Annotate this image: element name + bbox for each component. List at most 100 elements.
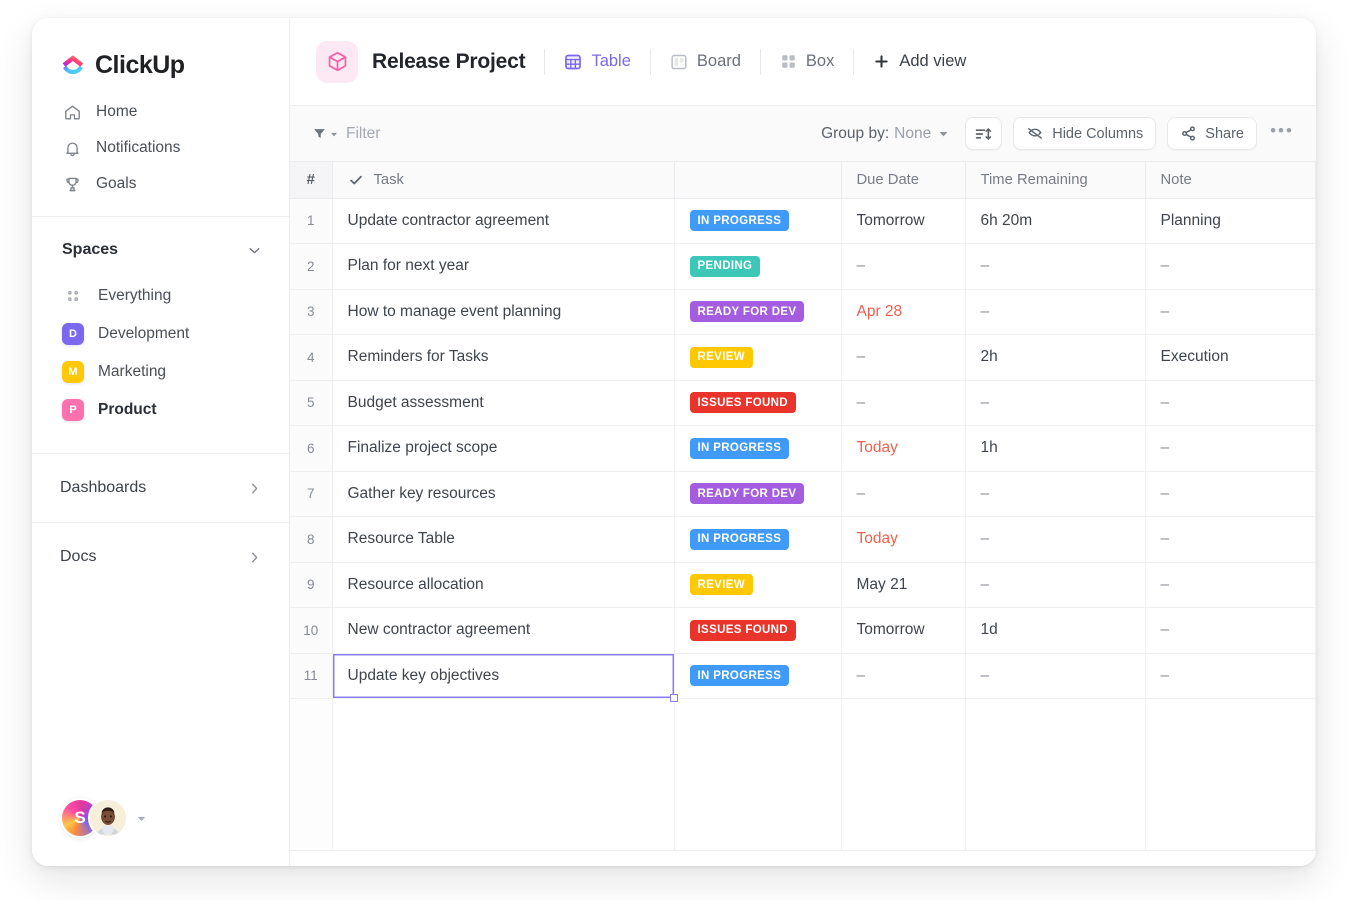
table-empty-area[interactable] <box>290 698 1316 851</box>
share-button[interactable]: Share <box>1167 117 1257 150</box>
cell-status[interactable]: IN PROGRESS <box>674 198 842 244</box>
add-view-button[interactable]: Add view <box>873 52 966 71</box>
cell-time-remaining[interactable]: 1h <box>965 425 1146 472</box>
cell-task[interactable]: Budget assessment <box>332 380 675 426</box>
cell-due-date[interactable]: May 21 <box>841 562 966 608</box>
sort-button[interactable] <box>965 117 1003 150</box>
empty-row-index[interactable] <box>290 698 333 851</box>
cell-note[interactable]: – <box>1145 562 1316 608</box>
cell-note[interactable]: Execution <box>1145 334 1316 381</box>
user-photo-avatar[interactable] <box>88 798 128 838</box>
cell-status[interactable]: IN PROGRESS <box>674 653 842 699</box>
cell-time-remaining[interactable]: – <box>965 243 1146 290</box>
cell-task[interactable]: Update key objectives <box>332 653 677 701</box>
sidebar-item-everything[interactable]: Everything <box>32 277 289 315</box>
cell-status[interactable]: ISSUES FOUND <box>674 380 842 426</box>
sidebar-item-product[interactable]: P Product <box>32 391 289 429</box>
cell-due-date[interactable]: – <box>841 380 966 426</box>
cell-time-remaining[interactable]: – <box>965 562 1146 608</box>
table-row[interactable]: 1 Update contractor agreement IN PROGRESS T… <box>290 198 1316 244</box>
cell-note[interactable]: – <box>1145 425 1316 472</box>
table-row[interactable]: 4 Reminders for Tasks REVIEW – 2h Execution <box>290 334 1316 381</box>
sidebar-item-development[interactable]: D Development <box>32 315 289 353</box>
column-header-task[interactable]: Task <box>332 162 675 199</box>
table-container[interactable]: # Task Due Date Time Remaining Note 1 Up… <box>290 162 1316 866</box>
cell-task[interactable]: Resource Table <box>332 516 675 563</box>
cell-status[interactable]: IN PROGRESS <box>674 425 842 472</box>
spaces-section-header[interactable]: Spaces <box>32 229 289 271</box>
cell-status[interactable]: READY FOR DEV <box>674 471 842 517</box>
tab-table[interactable]: Table <box>564 52 631 71</box>
chevron-right-icon[interactable] <box>246 480 263 497</box>
cell-note[interactable]: – <box>1145 380 1316 426</box>
tab-board[interactable]: Board <box>670 52 741 71</box>
cell-due-date[interactable]: – <box>841 334 966 381</box>
cell-task[interactable]: Plan for next year <box>332 243 675 290</box>
cell-due-date[interactable]: – <box>841 243 966 290</box>
more-options-button[interactable]: ••• <box>1268 120 1296 148</box>
cell-status[interactable]: READY FOR DEV <box>674 289 842 335</box>
empty-cell-due-date[interactable] <box>841 698 966 851</box>
cell-time-remaining[interactable]: – <box>965 653 1146 699</box>
table-row[interactable]: 2 Plan for next year PENDING – – – <box>290 243 1316 290</box>
cell-time-remaining[interactable]: – <box>965 516 1146 563</box>
cell-task[interactable]: How to manage event planning <box>332 289 675 335</box>
cell-status[interactable]: REVIEW <box>674 334 842 381</box>
column-header-note[interactable]: Note <box>1145 162 1316 199</box>
cell-due-date[interactable]: Tomorrow <box>841 607 966 654</box>
sidebar-item-marketing[interactable]: M Marketing <box>32 353 289 391</box>
column-header-index[interactable]: # <box>290 162 333 199</box>
cell-status[interactable]: ISSUES FOUND <box>674 607 842 654</box>
empty-cell-time-remaining[interactable] <box>965 698 1146 851</box>
empty-cell-status[interactable] <box>674 698 842 851</box>
cell-time-remaining[interactable]: – <box>965 289 1146 335</box>
cell-note[interactable]: – <box>1145 243 1316 290</box>
cell-status[interactable]: IN PROGRESS <box>674 516 842 563</box>
hide-columns-button[interactable]: Hide Columns <box>1013 117 1157 150</box>
empty-cell-task[interactable] <box>332 698 675 851</box>
cell-due-date[interactable]: – <box>841 653 966 699</box>
cell-note[interactable]: – <box>1145 607 1316 654</box>
chevron-down-icon[interactable] <box>246 242 263 259</box>
cell-task[interactable]: Reminders for Tasks <box>332 334 675 381</box>
cell-due-date[interactable]: – <box>841 471 966 517</box>
chevron-right-icon[interactable] <box>246 549 263 566</box>
table-row[interactable]: 3 How to manage event planning READY FOR D… <box>290 289 1316 335</box>
cell-note[interactable]: – <box>1145 289 1316 335</box>
column-header-time-remaining[interactable]: Time Remaining <box>965 162 1146 199</box>
cell-status[interactable]: REVIEW <box>674 562 842 608</box>
cell-time-remaining[interactable]: – <box>965 380 1146 426</box>
table-row[interactable]: 7 Gather key resources READY FOR DEV – – – <box>290 471 1316 517</box>
cell-note[interactable]: Planning <box>1145 198 1316 244</box>
caret-down-icon[interactable] <box>938 128 949 139</box>
cell-time-remaining[interactable]: 6h 20m <box>965 198 1146 244</box>
cell-due-date[interactable]: Today <box>841 516 966 563</box>
cell-time-remaining[interactable]: 1d <box>965 607 1146 654</box>
cell-note[interactable]: – <box>1145 516 1316 563</box>
cell-task[interactable]: Update contractor agreement <box>332 198 675 244</box>
sidebar-item-goals[interactable]: Goals <box>32 166 289 202</box>
column-header-due-date[interactable]: Due Date <box>841 162 966 199</box>
sidebar-item-home[interactable]: Home <box>32 94 289 130</box>
cell-due-date[interactable]: Apr 28 <box>841 289 966 335</box>
cell-task[interactable]: New contractor agreement <box>332 607 675 654</box>
cell-time-remaining[interactable]: – <box>965 471 1146 517</box>
tab-box[interactable]: Box <box>780 52 834 71</box>
cell-due-date[interactable]: Today <box>841 425 966 472</box>
table-row[interactable]: 5 Budget assessment ISSUES FOUND – – – <box>290 380 1316 426</box>
sidebar-item-docs[interactable]: Docs <box>32 533 289 581</box>
table-row[interactable]: 11 Update key objectives IN PROGRESS – – – <box>290 653 1316 701</box>
empty-cell-note[interactable] <box>1145 698 1316 851</box>
cell-task[interactable]: Gather key resources <box>332 471 675 517</box>
cell-status[interactable]: PENDING <box>674 243 842 290</box>
cell-task[interactable]: Resource allocation <box>332 562 675 608</box>
filter-button[interactable]: Filter <box>312 125 380 143</box>
brand-logo[interactable]: ClickUp <box>32 18 289 88</box>
cell-time-remaining[interactable]: 2h <box>965 334 1146 381</box>
sidebar-item-notifications[interactable]: Notifications <box>32 130 289 166</box>
caret-down-icon[interactable] <box>136 813 147 824</box>
cell-note[interactable]: – <box>1145 471 1316 517</box>
table-row[interactable]: 10 New contractor agreement ISSUES FOUND To… <box>290 607 1316 654</box>
table-row[interactable]: 6 Finalize project scope IN PROGRESS Today 1… <box>290 425 1316 472</box>
column-header-status[interactable] <box>674 162 842 199</box>
